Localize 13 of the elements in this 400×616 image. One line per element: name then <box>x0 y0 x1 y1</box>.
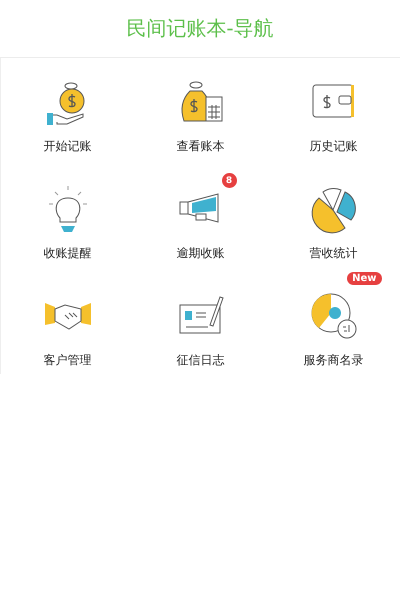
menu-item-label[interactable]: 查看账本 <box>176 138 224 155</box>
menu-item-label[interactable]: 营收统计 <box>310 245 358 262</box>
menu-item-label[interactable]: 客户管理 <box>44 352 92 369</box>
menu-item-label[interactable]: 逾期收账 <box>176 245 224 262</box>
count-badge: 8 <box>222 173 236 188</box>
menu-item-label[interactable]: 征信日志 <box>176 352 224 369</box>
new-badge: New <box>347 272 382 285</box>
menu-item-label[interactable]: 开始记账 <box>44 138 92 155</box>
menu-item-label[interactable]: 服务商名录 <box>304 352 364 369</box>
clock-24h-icon <box>308 291 358 341</box>
menu-item-label[interactable]: 历史记账 <box>310 138 358 155</box>
page-title: 民间记账本-导航 <box>126 15 274 42</box>
menu-item-label[interactable]: 收账提醒 <box>44 245 92 262</box>
